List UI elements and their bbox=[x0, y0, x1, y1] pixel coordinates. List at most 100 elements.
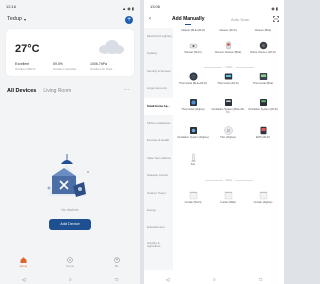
mop-icon bbox=[189, 43, 197, 49]
scene-icon bbox=[67, 257, 73, 263]
device-tile[interactable]: Curtain (Zigbee) bbox=[246, 191, 280, 204]
system-nav-bar: ◁ ○ □ bbox=[0, 275, 140, 284]
device-tile[interactable]: Vacuum Cleaner (BLE) bbox=[211, 41, 245, 54]
add-button[interactable]: + bbox=[125, 16, 133, 24]
category-sidebar: Electrical & Lighting Lighting Security … bbox=[144, 28, 173, 270]
status-bar: 12:16 ▲ ◉ ▮ bbox=[0, 0, 140, 12]
category-item[interactable]: Exercise & Health bbox=[144, 132, 173, 149]
device-tile[interactable]: Thermostat (BLE) bbox=[246, 72, 280, 85]
stat-humidity: 59.0% Outdoor Humidity bbox=[53, 62, 77, 71]
chevron-down-icon: ▾ bbox=[24, 16, 27, 22]
device-tile[interactable]: Ventilation System (BLE+Wi-Fi) bbox=[211, 98, 245, 114]
recents-sys-button[interactable]: □ bbox=[115, 277, 118, 282]
thermostat-icon bbox=[259, 73, 267, 80]
curtain-icon bbox=[189, 191, 197, 200]
room-tabs: All Devices Living Room bbox=[7, 88, 71, 94]
device-tile[interactable]: Cleaner (BLE) bbox=[246, 28, 280, 32]
tab-living-room[interactable]: Living Room bbox=[43, 88, 71, 94]
status-time: 13:06 bbox=[150, 4, 161, 9]
tab-auto-scan[interactable]: Auto Scan bbox=[231, 17, 249, 22]
stat-pm25: Excellent Outdoor PM2.5 bbox=[15, 62, 36, 71]
cloud-icon bbox=[97, 40, 125, 54]
add-device-screen: 13:06 ◉ ▮ ‹ Add Manually Auto Scan Elect… bbox=[144, 0, 284, 284]
category-item[interactable]: Electrical & Lighting bbox=[144, 28, 173, 45]
category-item[interactable]: Gateway Control bbox=[144, 167, 173, 184]
nav-home[interactable]: Home bbox=[8, 257, 38, 273]
back-sys-button[interactable]: ◁ bbox=[22, 277, 25, 283]
home-name: Tedup bbox=[7, 16, 22, 22]
nav-scene[interactable]: Scene bbox=[55, 257, 85, 273]
device-tile[interactable]: 22 Ther (Zigbee) bbox=[211, 126, 245, 139]
device-tile[interactable]: Cleaner (BLE+Wi-Fi) bbox=[176, 28, 210, 32]
category-item[interactable]: Outdoor Travel bbox=[144, 185, 173, 202]
active-tab-indicator bbox=[185, 24, 191, 25]
home-sys-button[interactable]: ○ bbox=[213, 277, 216, 282]
category-item[interactable]: Lighting bbox=[144, 45, 173, 62]
category-item[interactable]: Kitchen Appliances bbox=[144, 115, 173, 132]
home-icon bbox=[20, 257, 27, 263]
home-screen: 12:16 ▲ ◉ ▮ Tedup ▾ + 27°C Excellent Out… bbox=[0, 0, 140, 284]
device-grid: Cleaner (BLE+Wi-Fi) Cleaner (Wi-Fi) Clea… bbox=[174, 28, 284, 270]
empty-state-text: No devices bbox=[61, 208, 79, 212]
weather-card[interactable]: 27°C Excellent Outdoor PM2.5 59.0% Outdo… bbox=[6, 29, 134, 76]
status-time: 12:16 bbox=[6, 4, 17, 9]
system-nav-bar: ◁ ○ □ bbox=[144, 275, 284, 284]
more-icon[interactable]: ··· bbox=[124, 87, 131, 93]
home-selector[interactable]: Tedup ▾ bbox=[7, 16, 26, 22]
bottom-nav: Home Scene Me bbox=[0, 257, 140, 273]
curtain-icon bbox=[224, 191, 232, 200]
temperature: 27°C bbox=[15, 43, 40, 55]
device-tile[interactable]: Thermostat (Wi-Fi) bbox=[211, 72, 245, 85]
back-icon[interactable]: ‹ bbox=[149, 16, 151, 22]
device-tile[interactable]: Ventilation System (Wi-Fi) bbox=[246, 98, 280, 111]
category-item[interactable]: Industry & Agriculture bbox=[144, 237, 173, 254]
device-tile[interactable]: Thermostat (Zigbee) bbox=[176, 98, 210, 111]
ems-icon bbox=[260, 126, 266, 135]
stat-pressure: 1006.7hPa Outdoor Air Pres... bbox=[90, 62, 115, 71]
thermostat-icon bbox=[224, 73, 232, 80]
ventilation-icon bbox=[224, 99, 232, 106]
category-item[interactable]: Video Surv eillance bbox=[144, 150, 173, 167]
device-tile[interactable]: Ventilation System (Zigbee) bbox=[176, 126, 210, 139]
empty-state-illustration bbox=[47, 154, 89, 197]
status-bar: 13:06 ◉ ▮ bbox=[144, 0, 284, 12]
device-tile[interactable]: Robot Vacuum (Wi-Fi) bbox=[246, 41, 280, 54]
add-device-button[interactable]: Add Device bbox=[49, 219, 91, 230]
ventilation-icon bbox=[189, 127, 197, 134]
device-tile[interactable]: Thermostat (BLE+Wi-Fi) bbox=[176, 72, 210, 85]
device-tile[interactable]: EMS (Wi-Fi) bbox=[246, 126, 280, 139]
plus-icon: + bbox=[126, 16, 132, 23]
device-tile[interactable]: Curtain (BLE) bbox=[211, 191, 245, 204]
category-item-active[interactable]: Small Home Ap... bbox=[144, 97, 173, 115]
device-tile[interactable]: Wimset (Wi-Fi) bbox=[176, 41, 210, 54]
section-motor: Motor bbox=[174, 179, 284, 182]
thermostat-icon bbox=[189, 99, 197, 106]
device-tile[interactable]: Fan bbox=[176, 153, 210, 166]
tab-add-manually[interactable]: Add Manually bbox=[172, 16, 205, 22]
category-item[interactable]: Security & Sensors bbox=[144, 63, 173, 80]
me-icon bbox=[113, 257, 120, 263]
robot-vacuum-icon bbox=[259, 41, 267, 50]
thermostat-icon bbox=[189, 72, 197, 81]
nav-me[interactable]: Me bbox=[102, 257, 132, 273]
category-item[interactable]: Large Home Ap... bbox=[144, 80, 173, 97]
recents-sys-button[interactable]: □ bbox=[259, 277, 262, 282]
scan-icon[interactable] bbox=[273, 16, 279, 22]
category-item[interactable]: Entertainment bbox=[144, 219, 173, 236]
thermostat-icon: 22 bbox=[223, 126, 233, 135]
curtain-icon bbox=[259, 191, 267, 200]
ventilation-icon bbox=[259, 99, 267, 106]
tab-all-devices[interactable]: All Devices bbox=[7, 88, 36, 94]
vacuum-icon bbox=[225, 41, 231, 50]
section-hvac: HVAC bbox=[174, 66, 284, 69]
device-tile[interactable]: Cleaner (Wi-Fi) bbox=[211, 28, 245, 32]
device-tile[interactable]: Curtain (Wi-Fi) bbox=[176, 191, 210, 204]
status-icons: ◉ ▮ bbox=[271, 5, 278, 11]
category-item[interactable]: Energy bbox=[144, 202, 173, 219]
fan-icon bbox=[191, 153, 195, 162]
home-sys-button[interactable]: ○ bbox=[69, 277, 72, 282]
back-sys-button[interactable]: ◁ bbox=[166, 277, 169, 283]
screenshot-root: 12:16 ▲ ◉ ▮ Tedup ▾ + 27°C Excellent Out… bbox=[0, 0, 284, 284]
status-icons: ▲ ◉ ▮ bbox=[122, 5, 134, 11]
add-device-header: ‹ Add Manually Auto Scan bbox=[144, 14, 284, 26]
